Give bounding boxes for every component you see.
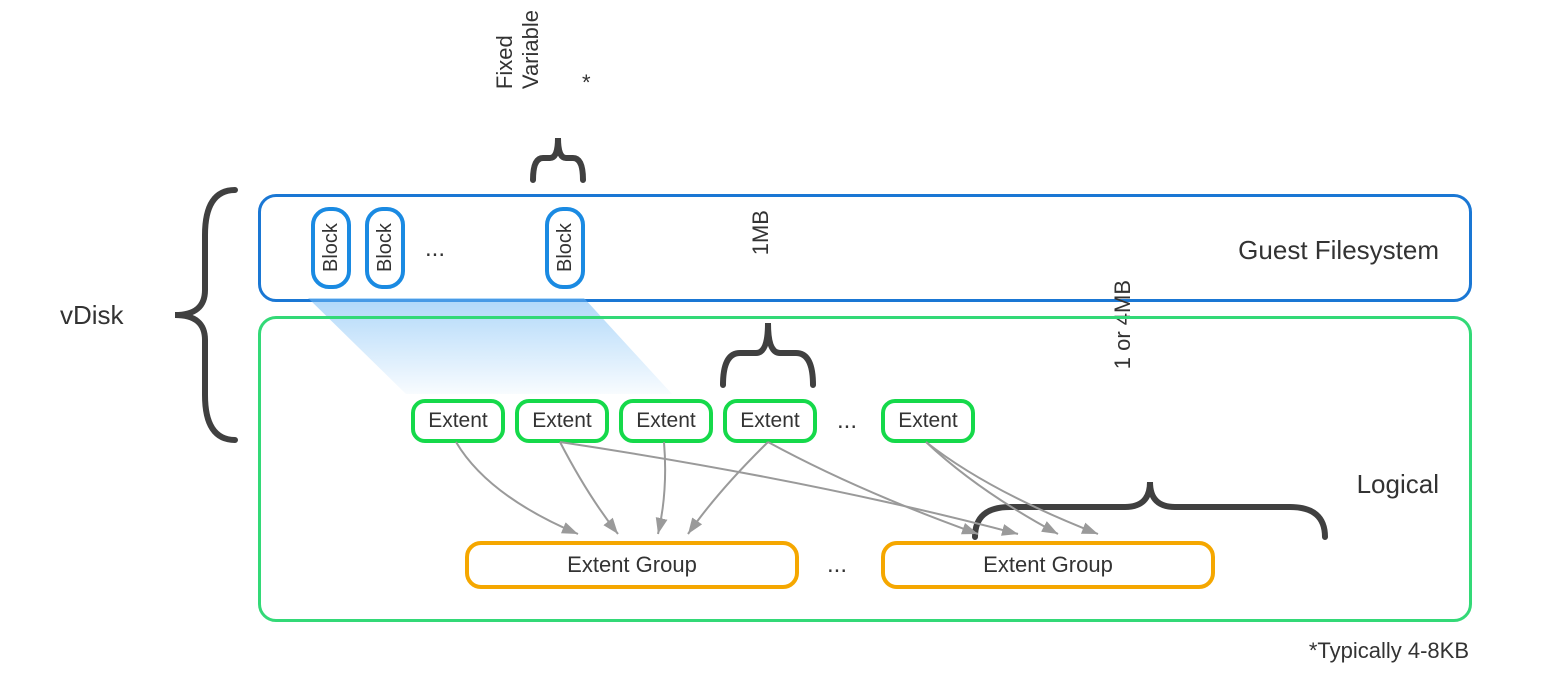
block-2: Block bbox=[365, 207, 405, 289]
fixed-text: Fixed bbox=[492, 35, 517, 89]
vdisk-label: vDisk bbox=[60, 300, 124, 331]
block-n-label: Block bbox=[554, 211, 577, 285]
extent-2: Extent bbox=[515, 399, 609, 443]
logical-label: Logical bbox=[1357, 469, 1439, 500]
fixed-variable-brace-icon bbox=[528, 130, 588, 186]
block-ellipsis: ... bbox=[425, 235, 445, 263]
extent-4: Extent bbox=[723, 399, 817, 443]
vdisk-brace-icon bbox=[165, 185, 245, 445]
extent-1: Extent bbox=[411, 399, 505, 443]
logical-box: Logical Extent Extent Extent Extent ... … bbox=[258, 316, 1472, 622]
footnote: *Typically 4-8KB bbox=[1309, 638, 1469, 664]
guest-filesystem-label: Guest Filesystem bbox=[1238, 235, 1439, 266]
extent-3: Extent bbox=[619, 399, 713, 443]
extent-group-1: Extent Group bbox=[465, 541, 799, 589]
guest-filesystem-box: Guest Filesystem Block Block ... Block bbox=[258, 194, 1472, 302]
block-n: Block bbox=[545, 207, 585, 289]
variable-text: Variable bbox=[518, 10, 543, 89]
block-1-label: Block bbox=[320, 211, 343, 285]
block-1: Block bbox=[311, 207, 351, 289]
extent-group-ellipsis: ... bbox=[827, 551, 847, 579]
block-size-asterisk: * bbox=[582, 70, 591, 96]
extent-n: Extent bbox=[881, 399, 975, 443]
block-size-type-label: Fixed Variable bbox=[492, 10, 544, 89]
extent-size-label: 1MB bbox=[748, 210, 774, 255]
extent-ellipsis: ... bbox=[837, 407, 857, 435]
block-2-label: Block bbox=[374, 211, 397, 285]
extent-group-2: Extent Group bbox=[881, 541, 1215, 589]
